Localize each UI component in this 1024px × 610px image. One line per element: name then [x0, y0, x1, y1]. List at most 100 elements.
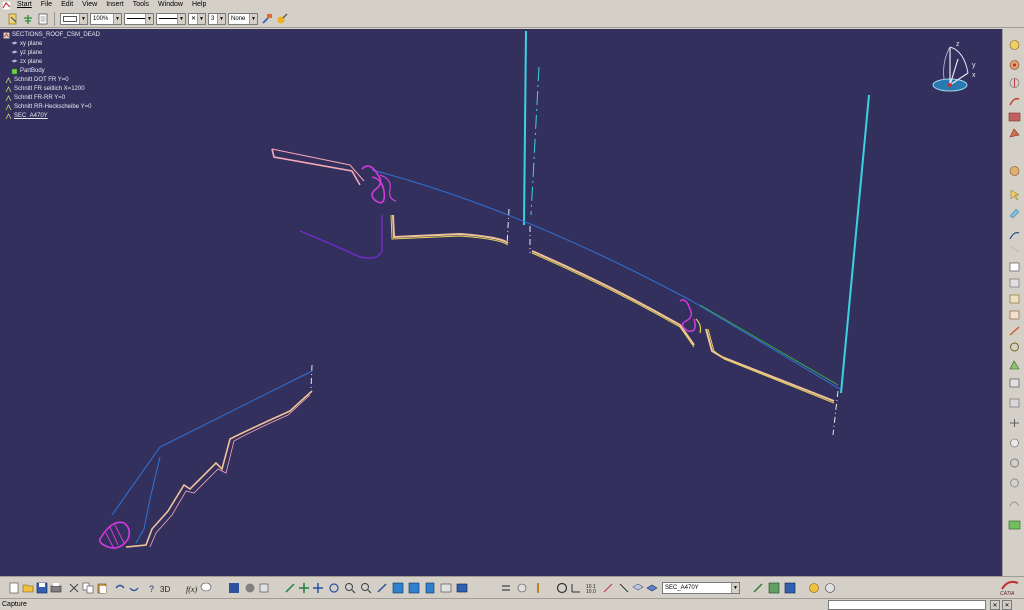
render-style-select[interactable]: None ▼ [228, 12, 258, 25]
fill-icon[interactable] [1008, 207, 1021, 219]
catia-app-icon[interactable] [1, 0, 11, 10]
cut-icon[interactable] [68, 582, 80, 594]
menu-start[interactable]: Start [13, 0, 37, 10]
help-icon[interactable]: ? [146, 582, 158, 594]
blend-icon[interactable] [1008, 127, 1021, 139]
tree-root[interactable]: SECTIONS_ROOF_CSM_DEAD [3, 31, 100, 40]
split-icon[interactable] [1008, 243, 1021, 255]
join-icon[interactable] [1008, 229, 1021, 241]
define-in-work-object-icon[interactable] [784, 582, 796, 594]
knowledge-icon[interactable] [244, 582, 256, 594]
paint-icon[interactable] [275, 12, 288, 25]
comment-icon[interactable] [200, 582, 212, 594]
cancel-command-button[interactable]: ✕ [990, 600, 1000, 610]
hide-show-icon[interactable] [440, 582, 452, 594]
command-input[interactable] [828, 600, 986, 610]
constraint-icon[interactable] [1008, 457, 1021, 469]
tree-item-schnitt-fr-seitlich[interactable]: Schnitt FR seitlich X=1200 [3, 85, 100, 94]
fill-color-select[interactable]: ▼ [60, 12, 88, 25]
swap-icon[interactable] [500, 582, 512, 594]
fly-mode-icon[interactable] [284, 582, 296, 594]
line-icon[interactable] [618, 582, 630, 594]
shading-icon[interactable] [424, 582, 436, 594]
menu-edit[interactable]: Edit [57, 0, 78, 10]
tree-item-xy-plane[interactable]: xy plane [3, 40, 100, 49]
rotate-icon[interactable] [1008, 341, 1021, 353]
scan-icon[interactable] [768, 582, 780, 594]
open-folder-icon[interactable] [22, 582, 34, 594]
dimension-icon[interactable]: 10.110.0 [586, 582, 598, 594]
pan-icon[interactable] [312, 582, 324, 594]
redo-icon[interactable] [128, 582, 140, 594]
revolve-icon[interactable] [1008, 77, 1021, 89]
axis-icon[interactable] [570, 582, 582, 594]
print-icon[interactable] [50, 582, 62, 594]
sketch-analysis-icon[interactable] [556, 582, 568, 594]
iso-view-icon[interactable] [408, 582, 420, 594]
new-sketch-icon[interactable] [6, 12, 19, 25]
measure-icon[interactable] [258, 582, 270, 594]
tree-item-sec-a470y[interactable]: SEC_A470Y [3, 112, 100, 121]
sketcher-icon[interactable] [1008, 39, 1021, 51]
extrude-icon[interactable] [1008, 59, 1021, 71]
tree-item-schnitt-rr-heckscheibe[interactable]: Schnitt RR-Heckscheibe Y=0 [3, 103, 100, 112]
point-symbol-select[interactable]: ✕ ▼ [188, 12, 206, 25]
select-icon[interactable] [1008, 189, 1021, 201]
formula-icon[interactable]: f(x) [186, 582, 198, 594]
tree-item-yz-plane[interactable]: yz plane [3, 49, 100, 58]
rotate-view-icon[interactable] [328, 582, 340, 594]
menu-window[interactable]: Window [154, 0, 188, 10]
linetype-select[interactable]: ▼ [124, 12, 154, 25]
parameters-icon[interactable] [824, 582, 836, 594]
tree-item-zx-plane[interactable]: zx plane [3, 58, 100, 67]
scaling-icon[interactable] [1008, 377, 1021, 389]
trim-icon[interactable] [1008, 261, 1021, 273]
boundary-icon[interactable] [1008, 277, 1021, 289]
multi-view-icon[interactable] [392, 582, 404, 594]
undo-icon[interactable] [114, 582, 126, 594]
normal-view-icon[interactable] [376, 582, 388, 594]
surface-analysis-icon[interactable] [1008, 519, 1021, 531]
3d-viewport[interactable]: SECTIONS_ROOF_CSM_DEAD xy plane yz plane… [0, 29, 1002, 576]
extract-icon[interactable] [1008, 293, 1021, 305]
translate-icon[interactable] [1008, 325, 1021, 337]
copy-icon[interactable] [82, 582, 94, 594]
transparency-select[interactable]: 100% ▼ [90, 12, 122, 25]
analysis-icon[interactable] [1008, 477, 1021, 489]
save-icon[interactable] [36, 582, 48, 594]
menu-help[interactable]: Help [188, 0, 211, 10]
loft-icon[interactable] [1008, 111, 1021, 123]
layer-select[interactable]: 3 ▼ [208, 12, 226, 25]
light-icon[interactable] [532, 582, 544, 594]
tree-item-partbody[interactable]: PartBody [3, 67, 100, 76]
3d-icon[interactable]: 3D [160, 582, 172, 594]
law-icon[interactable] [1008, 437, 1021, 449]
fillet-icon[interactable] [1008, 309, 1021, 321]
work-object-icon[interactable] [646, 582, 658, 594]
symmetry-icon[interactable] [1008, 359, 1021, 371]
plane-icon[interactable] [632, 582, 644, 594]
menu-view[interactable]: View [78, 0, 102, 10]
zoom-out-icon[interactable] [360, 582, 372, 594]
axis-system-icon[interactable] [1008, 417, 1021, 429]
document-icon[interactable] [36, 12, 49, 25]
fit-all-icon[interactable] [298, 582, 310, 594]
publication-icon[interactable] [808, 582, 820, 594]
thickness-select[interactable]: ▼ [156, 12, 186, 25]
menu-tools[interactable]: Tools [129, 0, 154, 10]
paste-icon[interactable] [96, 582, 108, 594]
point-icon[interactable] [602, 582, 614, 594]
format-painter-icon[interactable] [260, 12, 273, 25]
tree-icon[interactable] [21, 12, 34, 25]
new-file-icon[interactable] [8, 582, 20, 594]
zoom-in-icon[interactable] [344, 582, 356, 594]
tree-item-schnitt-dot[interactable]: Schnitt DOT FR Y=0 [3, 76, 100, 85]
close-command-button[interactable]: ✕ [1002, 600, 1012, 610]
swap-visible-icon[interactable] [456, 582, 468, 594]
menu-insert[interactable]: Insert [102, 0, 129, 10]
curvature-icon[interactable] [1008, 497, 1021, 509]
geometry-canvas[interactable] [0, 29, 1002, 576]
offset-icon[interactable] [1008, 165, 1021, 177]
tree-expand-icon[interactable] [752, 582, 764, 594]
work-object-select[interactable]: SEC_A470Y ▼ [662, 582, 740, 594]
